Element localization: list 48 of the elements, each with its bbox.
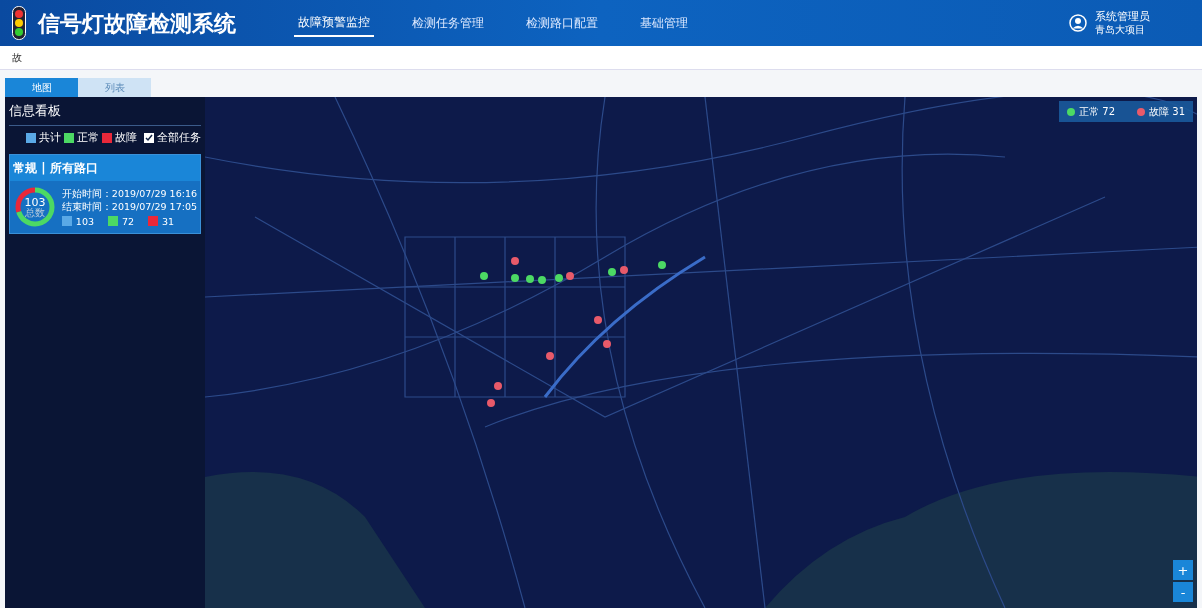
legend-label: 故障 31 <box>1149 105 1185 119</box>
legend-label: 故障 <box>115 129 137 146</box>
user-avatar-icon[interactable] <box>1069 14 1087 32</box>
map-marker[interactable] <box>526 275 534 283</box>
map-marker[interactable] <box>487 399 495 407</box>
user-name: 系统管理员 <box>1095 9 1150 24</box>
nav-item[interactable]: 故障预警监控 <box>294 9 374 37</box>
map-marker[interactable] <box>594 316 602 324</box>
map-marker[interactable] <box>566 272 574 280</box>
panel-title: 信息看板 <box>9 101 201 126</box>
task-card[interactable]: 常规 | 所有路口 103 总数 开始时间：2019/07/29 16:16 结束时间：2019/07/29 17:05 103 72 31 <box>9 154 201 234</box>
legend-label: 正常 72 <box>1079 105 1116 119</box>
map-marker[interactable] <box>658 261 666 269</box>
app-title: 信号灯故障检测系统 <box>38 9 236 38</box>
map-marker[interactable] <box>555 274 563 282</box>
donut-label: 总数 <box>24 207 45 218</box>
nav-item[interactable]: 检测任务管理 <box>408 9 488 37</box>
map-marker[interactable] <box>603 340 611 348</box>
map-marker[interactable] <box>511 257 519 265</box>
map-marker[interactable] <box>480 272 488 280</box>
donut-total: 103 <box>24 196 46 208</box>
user-org: 青岛大项目 <box>1095 23 1146 37</box>
zoom-button[interactable]: - <box>1173 582 1193 602</box>
map-marker[interactable] <box>620 266 628 274</box>
legend-label: 正常 <box>77 129 99 146</box>
count-value: 103 <box>75 214 94 228</box>
zoom-button[interactable]: + <box>1173 560 1193 580</box>
traffic-light-icon <box>12 6 26 40</box>
map-marker[interactable] <box>538 276 546 284</box>
checkbox[interactable] <box>144 132 154 143</box>
map-marker[interactable] <box>546 352 554 360</box>
count-value: 31 <box>162 214 175 228</box>
map-area[interactable]: 信息看板 共计 正常 故障 全部任务 常规 | 所有路口 103 总数 开始时间：2019/07/29 16:16 结束时间：2019/07/29 17:05 103 72 31 正常 72 故障 31 + - <box>5 97 1197 608</box>
map-marker[interactable] <box>494 382 502 390</box>
nav-item[interactable]: 基础管理 <box>636 9 692 37</box>
legend-label: 共计 <box>39 129 61 146</box>
end-time: 结束时间：2019/07/29 17:05 <box>61 199 197 213</box>
donut-chart <box>13 185 57 229</box>
view-tab[interactable]: 列表 <box>78 78 151 97</box>
start-time: 开始时间：2019/07/29 16:16 <box>61 186 197 200</box>
nav-item[interactable]: 检测路口配置 <box>522 9 602 37</box>
checkbox-label: 全部任务 <box>157 129 201 146</box>
map-marker[interactable] <box>511 274 519 282</box>
map-marker[interactable] <box>608 268 616 276</box>
card-title: 常规 | 所有路口 <box>10 155 200 181</box>
breadcrumb[interactable]: 故 <box>12 50 22 65</box>
count-value: 72 <box>122 214 135 228</box>
view-tab[interactable]: 地图 <box>5 78 78 97</box>
